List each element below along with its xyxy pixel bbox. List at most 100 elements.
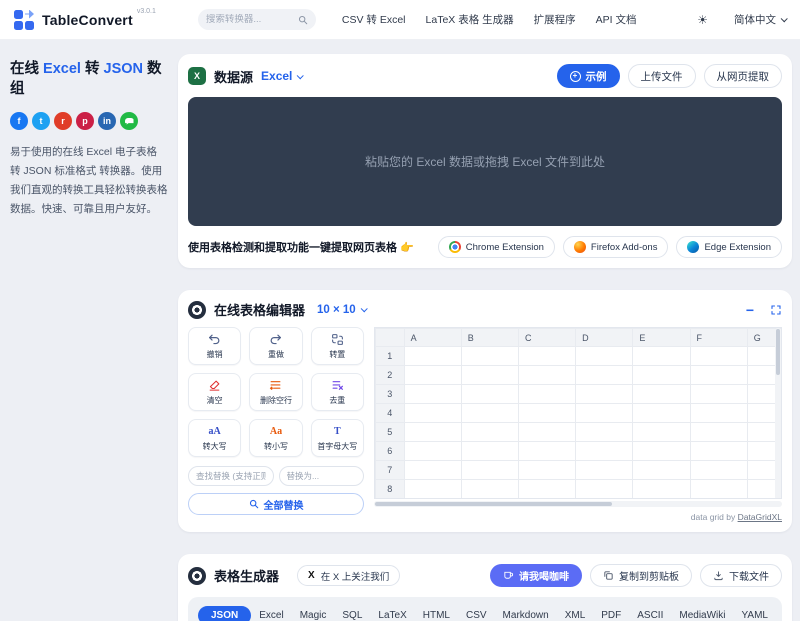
grid-cell[interactable] — [460, 479, 519, 498]
tab-mediawiki[interactable]: MediaWiki — [671, 606, 733, 621]
scrollbar-thumb[interactable] — [776, 329, 780, 375]
tab-excel[interactable]: Excel — [251, 606, 291, 621]
vertical-scrollbar[interactable] — [775, 328, 781, 498]
grid-cell[interactable] — [403, 441, 462, 461]
grid-column-header[interactable]: C — [517, 328, 577, 347]
collapse-icon[interactable]: − — [746, 302, 754, 318]
grid-cell[interactable] — [575, 422, 634, 442]
grid-row-header[interactable]: 4 — [375, 403, 405, 423]
tab-pdf[interactable]: PDF — [593, 606, 629, 621]
grid-cell[interactable] — [460, 460, 519, 480]
grid-cell[interactable] — [632, 384, 691, 404]
twitter-icon[interactable]: t — [32, 112, 50, 131]
nav-extensions[interactable]: 扩展程序 — [534, 12, 576, 27]
grid-column-header[interactable]: B — [460, 328, 519, 347]
datagridxl-link[interactable]: DataGridXL — [738, 512, 782, 522]
grid-cell[interactable] — [517, 460, 577, 480]
tableconvert-logo-icon[interactable] — [14, 9, 34, 30]
spreadsheet-grid[interactable]: ABCDEFG12345678 — [374, 327, 782, 499]
facebook-icon[interactable]: f — [10, 112, 28, 131]
grid-row-header[interactable]: 5 — [375, 422, 405, 442]
upload-file-button[interactable]: 上传文件 — [627, 64, 696, 88]
grid-cell[interactable] — [460, 403, 519, 423]
grid-cell[interactable] — [460, 422, 519, 442]
follow-on-x-button[interactable]: X 在 X 上关注我们 — [297, 565, 401, 586]
grid-cell[interactable] — [689, 384, 748, 404]
nav-csv-to-excel[interactable]: CSV 转 Excel — [342, 12, 406, 27]
grid-cell[interactable] — [632, 403, 691, 423]
horizontal-scrollbar[interactable] — [374, 501, 782, 507]
grid-cell[interactable] — [575, 479, 634, 498]
tab-html[interactable]: HTML — [415, 606, 458, 621]
grid-cell[interactable] — [632, 346, 691, 366]
grid-cell[interactable] — [632, 422, 691, 442]
grid-cell[interactable] — [632, 479, 691, 498]
grid-size-dropdown[interactable]: 10 × 10 — [317, 304, 368, 316]
grid-cell[interactable] — [517, 346, 577, 366]
chrome-extension-button[interactable]: Chrome Extension — [437, 236, 555, 258]
grid-row-header[interactable]: 6 — [375, 441, 405, 461]
tab-sql[interactable]: SQL — [334, 606, 370, 621]
capitalize-button[interactable]: T 首字母大写 — [310, 419, 364, 457]
grid-cell[interactable] — [403, 365, 462, 385]
grid-row-header[interactable]: 7 — [375, 460, 405, 480]
tab-ascii[interactable]: ASCII — [629, 606, 671, 621]
grid-cell[interactable] — [460, 365, 519, 385]
grid-cell[interactable] — [517, 403, 577, 423]
grid-column-header[interactable]: A — [403, 328, 462, 347]
grid-cell[interactable] — [403, 479, 462, 498]
source-format-dropdown[interactable]: Excel — [261, 69, 305, 83]
grid-row-header[interactable]: 1 — [375, 346, 405, 366]
grid-cell[interactable] — [632, 441, 691, 461]
buy-coffee-button[interactable]: 请我喝咖啡 — [490, 564, 582, 587]
brand-title[interactable]: TableConvert — [42, 12, 133, 28]
example-button[interactable]: + 示例 — [556, 64, 620, 88]
grid-cell[interactable] — [632, 365, 691, 385]
transpose-button[interactable]: 转置 — [310, 327, 364, 365]
grid-cell[interactable] — [575, 441, 634, 461]
tab-csv[interactable]: CSV — [458, 606, 495, 621]
title-link-excel[interactable]: Excel — [43, 61, 81, 77]
find-input[interactable] — [188, 466, 274, 486]
search-input[interactable] — [205, 14, 298, 25]
theme-toggle-sun-icon[interactable]: ☀ — [697, 13, 708, 27]
tab-yaml[interactable]: YAML — [734, 606, 777, 621]
grid-cell[interactable] — [460, 441, 519, 461]
grid-cell[interactable] — [403, 422, 462, 442]
grid-cell[interactable] — [689, 403, 748, 423]
nav-latex-generator[interactable]: LaTeX 表格 生成器 — [426, 12, 514, 27]
grid-cell[interactable] — [575, 384, 634, 404]
grid-cell[interactable] — [517, 365, 577, 385]
replace-input[interactable] — [278, 466, 364, 486]
tab-xml[interactable]: XML — [557, 606, 594, 621]
grid-cell[interactable] — [575, 346, 634, 366]
grid-row-header[interactable]: 3 — [375, 384, 405, 404]
grid-cell[interactable] — [689, 460, 748, 480]
delete-empty-rows-button[interactable]: 删除空行 — [249, 373, 303, 411]
grid-cell[interactable] — [403, 384, 462, 404]
download-file-button[interactable]: 下载文件 — [700, 564, 782, 587]
grid-column-header[interactable]: F — [689, 328, 748, 347]
grid-cell[interactable] — [403, 403, 462, 423]
tab-latex[interactable]: LaTeX — [370, 606, 414, 621]
grid-cell[interactable] — [689, 441, 748, 461]
grid-cell[interactable] — [689, 346, 748, 366]
grid-cell[interactable] — [689, 479, 748, 498]
grid-cell[interactable] — [460, 346, 519, 366]
nav-api-docs[interactable]: API 文档 — [596, 12, 637, 27]
edge-extension-button[interactable]: Edge Extension — [676, 236, 782, 258]
grid-cell[interactable] — [632, 460, 691, 480]
grid-row-header[interactable]: 8 — [375, 479, 405, 498]
clear-button[interactable]: 清空 — [188, 373, 242, 411]
grid-column-header[interactable]: D — [575, 328, 634, 347]
tab-magic[interactable]: Magic — [292, 606, 335, 621]
grid-column-header[interactable]: E — [632, 328, 691, 347]
pinterest-icon[interactable]: p — [76, 112, 94, 131]
search-box[interactable] — [197, 9, 316, 30]
redo-button[interactable]: 重做 — [249, 327, 303, 365]
grid-row-header[interactable]: 2 — [375, 365, 405, 385]
scrollbar-thumb[interactable] — [375, 502, 612, 506]
grid-cell[interactable] — [517, 384, 577, 404]
tab-markdown[interactable]: Markdown — [495, 606, 557, 621]
firefox-addons-button[interactable]: Firefox Add-ons — [562, 236, 669, 258]
